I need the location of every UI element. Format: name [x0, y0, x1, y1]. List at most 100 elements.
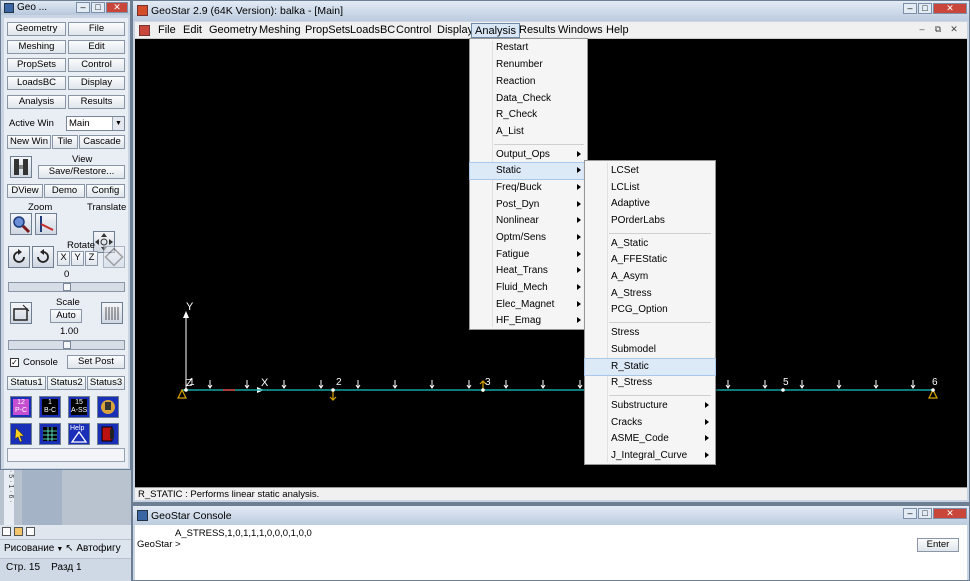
- menu-item-r-static[interactable]: R_Static: [584, 358, 716, 376]
- rotate-z-button[interactable]: Z: [85, 251, 98, 266]
- display-button[interactable]: Display: [68, 76, 125, 90]
- menu-item-hf-emag[interactable]: HF_Emag: [470, 313, 587, 329]
- menu-propsets[interactable]: PropSets: [302, 23, 353, 38]
- menu-item-r-stress[interactable]: R_Stress: [585, 375, 715, 391]
- maximize-icon[interactable]: □: [918, 3, 932, 14]
- menu-windows[interactable]: Windows: [555, 23, 606, 38]
- propsets-button[interactable]: PropSets: [7, 58, 66, 72]
- menu-geometry[interactable]: Geometry: [206, 23, 260, 38]
- menu-item-restart[interactable]: Restart: [470, 40, 587, 56]
- menu-item-freq-buck[interactable]: Freq/Buck: [470, 180, 587, 196]
- cascade-button[interactable]: Cascade: [79, 135, 125, 149]
- menu-control[interactable]: Control: [393, 23, 434, 38]
- rotate-x-button[interactable]: X: [57, 251, 70, 266]
- menu-item-stress[interactable]: Stress: [585, 325, 715, 341]
- file-button[interactable]: File: [68, 22, 125, 36]
- menu-file[interactable]: File: [155, 23, 179, 38]
- minimize-icon[interactable]: –: [903, 508, 917, 519]
- pointer-icon[interactable]: [10, 423, 32, 445]
- menu-item-fluid-mech[interactable]: Fluid_Mech: [470, 280, 587, 296]
- edit-button[interactable]: Edit: [68, 40, 125, 54]
- scale-fit-icon[interactable]: [101, 302, 123, 324]
- menu-item-substructure[interactable]: Substructure: [585, 398, 715, 414]
- maximize-icon[interactable]: □: [918, 508, 932, 519]
- table-icon[interactable]: [39, 423, 61, 445]
- maximize-icon[interactable]: □: [91, 2, 105, 13]
- menu-item-a-ffestatic[interactable]: A_FFEStatic: [585, 252, 715, 268]
- bc-badge-icon[interactable]: 1 B-C: [39, 396, 61, 418]
- status3-button[interactable]: Status3: [87, 376, 125, 390]
- console-titlebar[interactable]: GeoStar Console – □ ✕: [133, 506, 969, 525]
- chevron-down-icon[interactable]: ▼: [54, 546, 65, 553]
- exit-icon[interactable]: [97, 423, 119, 445]
- ass-badge-icon[interactable]: 15 A-SS: [68, 396, 90, 418]
- menu-item-fatigue[interactable]: Fatigue: [470, 247, 587, 263]
- scale-slider-thumb[interactable]: [63, 341, 71, 349]
- menu-item-adaptive[interactable]: Adaptive: [585, 196, 715, 212]
- demo-button[interactable]: Demo: [44, 184, 85, 198]
- menu-item-optm-sens[interactable]: Optm/Sens: [470, 230, 587, 246]
- layout-view-icon[interactable]: [14, 527, 23, 536]
- minimize-icon[interactable]: –: [76, 2, 90, 13]
- menu-item-heat-trans[interactable]: Heat_Trans: [470, 263, 587, 279]
- minimize-icon[interactable]: –: [903, 3, 917, 14]
- rotate-y-button[interactable]: Y: [71, 251, 84, 266]
- loadsbc-button[interactable]: LoadsBC: [7, 76, 66, 90]
- scale-icon[interactable]: [10, 302, 32, 324]
- scale-auto-button[interactable]: Auto: [50, 309, 82, 323]
- menu-item-a-stress[interactable]: A_Stress: [585, 286, 715, 302]
- close-icon[interactable]: ✕: [106, 2, 128, 13]
- view-icon[interactable]: [10, 156, 32, 178]
- menu-item-cracks[interactable]: Cracks: [585, 415, 715, 431]
- rotate-reset-icon[interactable]: [103, 246, 125, 268]
- menu-item-post-dyn[interactable]: Post_Dyn: [470, 197, 587, 213]
- menu-help[interactable]: Help: [603, 23, 632, 38]
- config-button[interactable]: Config: [86, 184, 125, 198]
- mdi-close-icon[interactable]: ✕: [947, 24, 961, 36]
- meshing-button[interactable]: Meshing: [7, 40, 66, 54]
- network-icon[interactable]: [97, 396, 119, 418]
- menu-item-lcset[interactable]: LCSet: [585, 163, 715, 179]
- control-button[interactable]: Control: [68, 58, 125, 72]
- zoom-box-icon[interactable]: [35, 213, 57, 235]
- rotate-cw-icon[interactable]: [32, 246, 54, 268]
- normal-view-icon[interactable]: [2, 527, 11, 536]
- menu-item-j-integral-curve[interactable]: J_Integral_Curve: [585, 448, 715, 464]
- menu-item-asme-code[interactable]: ASME_Code: [585, 431, 715, 447]
- scale-slider[interactable]: [8, 340, 125, 350]
- document-icon[interactable]: [139, 25, 150, 36]
- cursor-icon[interactable]: ↖: [65, 543, 76, 554]
- menu-item-a-static[interactable]: A_Static: [585, 236, 715, 252]
- dview-button[interactable]: DView: [7, 184, 43, 198]
- menu-item-elec-magnet[interactable]: Elec_Magnet: [470, 297, 587, 313]
- save-restore-button[interactable]: Save/Restore...: [38, 165, 125, 179]
- zoom-in-icon[interactable]: [10, 213, 32, 235]
- menu-item-reaction[interactable]: Reaction: [470, 74, 587, 90]
- active-win-select[interactable]: Main ▼: [66, 116, 125, 131]
- status2-button[interactable]: Status2: [47, 376, 86, 390]
- menu-item-pcg-option[interactable]: PCG_Option: [585, 302, 715, 318]
- menu-analysis[interactable]: Analysis: [471, 23, 520, 38]
- tile-button[interactable]: Tile: [52, 135, 78, 149]
- enter-button[interactable]: Enter: [917, 538, 959, 552]
- mdi-restore-icon[interactable]: ⧉: [931, 24, 945, 36]
- tool-window-titlebar[interactable]: Geo ... – □ ✕: [1, 1, 130, 15]
- drawing-menu[interactable]: Рисование: [4, 543, 54, 554]
- menu-item-a-asym[interactable]: A_Asym: [585, 269, 715, 285]
- close-icon[interactable]: ✕: [933, 508, 967, 519]
- menu-item-data-check[interactable]: Data_Check: [470, 91, 587, 107]
- menu-item-porderlabs[interactable]: POrderLabs: [585, 213, 715, 229]
- menu-item-r-check[interactable]: R_Check: [470, 107, 587, 123]
- set-post-button[interactable]: Set Post: [67, 355, 125, 369]
- menu-item-output-ops[interactable]: Output_Ops: [470, 147, 587, 163]
- menu-results[interactable]: Results: [516, 23, 559, 38]
- close-icon[interactable]: ✕: [933, 3, 967, 14]
- console-checkbox[interactable]: ✓: [10, 358, 19, 367]
- mdi-minimize-icon[interactable]: –: [915, 24, 929, 36]
- menu-display[interactable]: Display: [434, 23, 476, 38]
- analysis-button[interactable]: Analysis: [7, 95, 66, 109]
- autoshapes-menu[interactable]: Автофигу: [76, 543, 120, 554]
- menu-loadsbc[interactable]: LoadsBC: [347, 23, 398, 38]
- console-input[interactable]: [187, 538, 907, 551]
- rotate-slider[interactable]: [8, 282, 125, 292]
